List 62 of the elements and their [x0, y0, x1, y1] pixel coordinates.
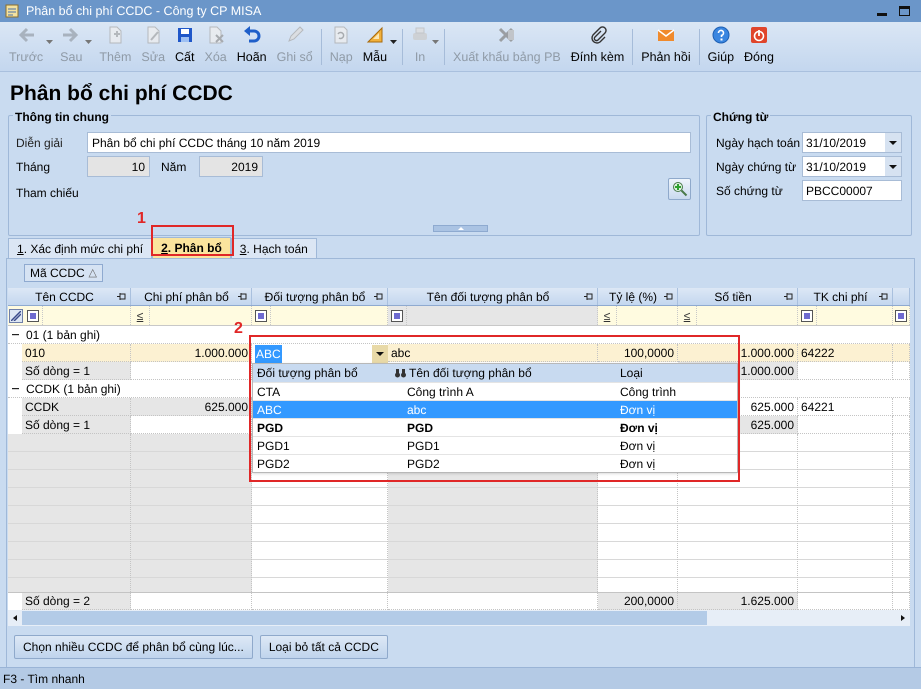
table-cell: 1.000.000 [678, 344, 798, 362]
description-field[interactable]: Phân bổ chi phí CCDC tháng 10 năm 2019 [87, 132, 691, 153]
page-title: Phân bổ chi phí CCDC [9, 81, 234, 107]
table-cell: 625.000 [131, 398, 252, 416]
toolbar-button[interactable]: Đóng [739, 24, 779, 70]
column-header[interactable]: Số tiền [678, 288, 798, 305]
field-label: Diễn giải [16, 134, 64, 152]
group-by-chip[interactable]: Mã CCDC △ [24, 264, 103, 282]
action-button[interactable]: Loại bỏ tất cả CCDC [260, 635, 388, 659]
field-label: Tham chiếu [16, 185, 79, 202]
field-label: Tháng [16, 158, 52, 176]
list-row[interactable]: PGD1 PGD1 Đơn vị [253, 436, 737, 454]
table-cell: 1.000.000 [131, 344, 252, 362]
voucher-number-field[interactable]: PBCC00007 [802, 180, 902, 201]
filter-operator-button[interactable]: ≤ [133, 308, 147, 322]
month-field[interactable]: 10 [87, 156, 150, 177]
field-label: Năm [160, 158, 188, 176]
table-cell: 64221 [798, 398, 893, 416]
sort-indicator: △ [88, 266, 97, 281]
column-header[interactable]: Tên CCDC [8, 288, 131, 305]
table-cell: 100,0000 [598, 344, 678, 362]
summary-cell: 200,0000 [598, 593, 678, 610]
filter-operator-button[interactable]: ≤ [680, 308, 694, 322]
tab[interactable]: 3. Hạch toán [230, 238, 317, 258]
column-header[interactable]: Chi phí phân bổ [131, 288, 252, 305]
toolbar-button[interactable]: Giúp [702, 24, 740, 70]
summary-cell: Số dòng = 1 [22, 362, 131, 380]
table-cell: abc [388, 344, 598, 362]
field-label: Ngày hạch toán [716, 134, 802, 152]
toolbar-button[interactable]: Mẫu [358, 24, 392, 70]
column-header[interactable]: Tỷ lệ (%) [598, 288, 678, 305]
tab[interactable]: 1. Xác định mức chi phí [8, 238, 152, 258]
list-row[interactable]: CTA Công trình A Công trình [253, 382, 737, 400]
summary-cell: Số dòng = 1 [22, 416, 131, 434]
list-row[interactable]: PGD2 PGD2 Đơn vị [253, 454, 737, 472]
date-field[interactable]: 31/10/2019 [802, 132, 902, 153]
table-cell: 64222 [798, 344, 893, 362]
status-text: F3 - Tìm nhanh [3, 670, 85, 688]
toolbar-button[interactable]: Cất [170, 24, 200, 70]
group-row-title: 01 (1 bản ghi) [26, 326, 100, 344]
list-row[interactable]: PGD PGD Đơn vị [253, 418, 737, 436]
list-column-header[interactable]: Đối tượng phân bổ [253, 364, 391, 382]
window-title: Phân bổ chi phí CCDC - Công ty CP MISA [26, 2, 262, 20]
summary-cell: 1.625.000 [678, 593, 798, 610]
column-header[interactable]: Đối tượng phân bổ [252, 288, 388, 305]
action-button[interactable]: Chọn nhiều CCDC để phân bổ cùng lúc... [14, 635, 253, 659]
column-header[interactable]: TK chi phí [798, 288, 893, 305]
field-label: Số chứng từ [716, 182, 784, 200]
toolbar-button[interactable]: Hoãn [232, 24, 272, 70]
table-cell: 010 [22, 344, 131, 362]
summary-cell: Số dòng = 2 [22, 593, 131, 610]
column-header[interactable]: Tên đối tượng phân bổ [388, 288, 598, 305]
date-field[interactable]: 31/10/2019 [802, 156, 902, 177]
group-row-title: CCDK (1 bản ghi) [26, 380, 121, 398]
filter-operator-button[interactable]: ≤ [600, 308, 614, 322]
year-field[interactable]: 2019 [199, 156, 263, 177]
toolbar-button[interactable]: Đính kèm [566, 24, 630, 70]
list-column-header[interactable]: Tên đối tượng phân bổ [391, 364, 616, 382]
toolbar-button[interactable]: Phản hồi [636, 24, 696, 70]
field-label: Ngày chứng từ [716, 158, 798, 176]
annotation-number: 1 [137, 211, 146, 227]
table-cell: CCDK [22, 398, 131, 416]
